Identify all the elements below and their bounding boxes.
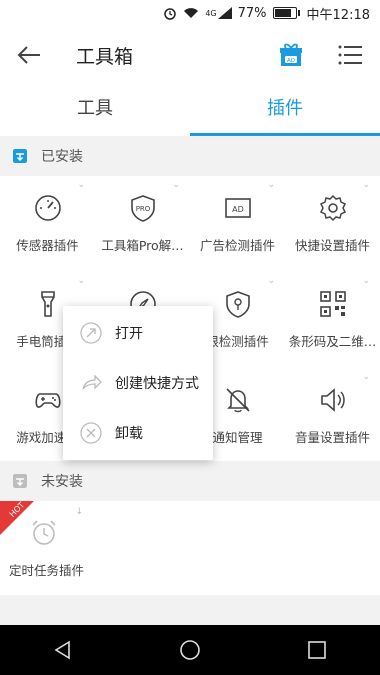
chevron-down-icon[interactable]: ⌄ [77,276,85,286]
not-installed-section-header: 未安装 [0,461,380,501]
tab-plugins[interactable]: 插件 [190,84,380,136]
svg-text:AD: AD [232,205,244,214]
location-shield-icon [226,291,250,318]
plugin-label: 快捷设置插件 [294,238,370,253]
plugin-label: 音量设置插件 [294,430,370,445]
menu-item-open[interactable]: 打开 [63,308,213,358]
wifi-icon [183,7,199,19]
chevron-down-icon[interactable]: ⌄ [267,180,275,190]
nav-back-icon[interactable] [33,630,93,670]
nav-home-icon[interactable] [160,630,220,670]
svg-text:PRO: PRO [136,205,151,213]
chevron-down-icon[interactable]: ⌄ [362,276,370,286]
plugin-label: 广告检测插件 [199,238,275,253]
tab-bar: 工具 插件 [0,84,380,136]
menu-item-label: 创建快捷方式 [115,376,199,392]
menu-item-label: 卸载 [115,426,143,442]
page-title: 工具箱 [76,46,134,68]
menu-item-uninstall[interactable]: 卸载 [63,408,213,458]
signal-icon: 4G [205,7,232,19]
installed-section-header: 已安装 [0,136,380,176]
bell-off-icon [226,388,250,413]
gift-ad-icon[interactable]: AD [276,40,306,70]
alarm-clock-icon [32,520,56,545]
back-arrow-icon[interactable] [14,40,44,70]
gamepad-icon [35,393,61,408]
plugin-qr-code[interactable]: ⌄ 条形码及二维… [285,272,380,368]
clock: 中午12:18 [306,7,370,23]
ad-icon: AD [225,198,251,218]
battery-icon [272,7,300,19]
chevron-down-icon[interactable]: ⌄ [267,276,275,286]
gear-icon [319,194,347,222]
app-bar: 工具箱 AD [0,26,380,84]
svg-text:AD: AD [287,58,295,64]
plugin-label: 条形码及二维… [288,334,377,349]
context-menu: 打开 创建快捷方式 卸载 [63,306,213,460]
plugin-label: 传感器插件 [16,238,79,253]
installed-heading: 已安装 [41,149,83,165]
network-type: 4G [205,8,217,18]
close-circle-icon [80,422,102,444]
system-nav-bar [0,625,380,675]
plugin-ad-detect[interactable]: ⌄ AD 广告检测插件 [190,176,285,272]
not-installed-heading: 未安装 [41,474,83,490]
alarm-icon [163,6,177,20]
download-arrow-icon[interactable]: ↓ [75,507,83,517]
menu-item-create-shortcut[interactable]: 创建快捷方式 [63,358,213,408]
plugin-label: 定时任务插件 [9,563,85,578]
share-arrow-icon [82,374,102,390]
plugin-quick-settings[interactable]: ⌄ 快捷设置插件 [285,176,380,272]
open-arrow-icon [80,322,102,344]
pro-shield-icon: PRO [131,195,155,222]
battery-percent: 77% [237,5,267,21]
plugin-sensor[interactable]: ⌄ 传感器插件 [0,176,95,272]
nav-recents-icon[interactable] [287,630,347,670]
speedometer-icon [35,195,61,221]
plugin-volume[interactable]: ⌄ 音量设置插件 [285,368,380,464]
qr-code-icon [320,291,346,317]
not-installed-box-icon [13,474,27,488]
installed-box-icon [13,149,27,163]
not-installed-grid: ↓ 定时任务插件 HOT [0,501,380,595]
plugin-label: 工具箱Pro解… [101,238,184,253]
status-bar: 4G 77% 中午12:18 [0,0,380,26]
chevron-down-icon[interactable]: ⌄ [77,180,85,190]
flashlight-icon [41,291,55,317]
list-menu-icon[interactable] [336,42,364,68]
menu-item-label: 打开 [115,326,143,342]
tab-tools[interactable]: 工具 [0,84,190,136]
chevron-down-icon[interactable]: ⌄ [172,180,180,190]
volume-icon [321,388,345,412]
hot-badge: HOT [0,501,34,535]
chevron-down-icon[interactable]: ⌄ [362,180,370,190]
plugin-pro[interactable]: ⌄ PRO 工具箱Pro解… [95,176,190,272]
chevron-down-icon[interactable]: ⌄ [362,372,370,382]
